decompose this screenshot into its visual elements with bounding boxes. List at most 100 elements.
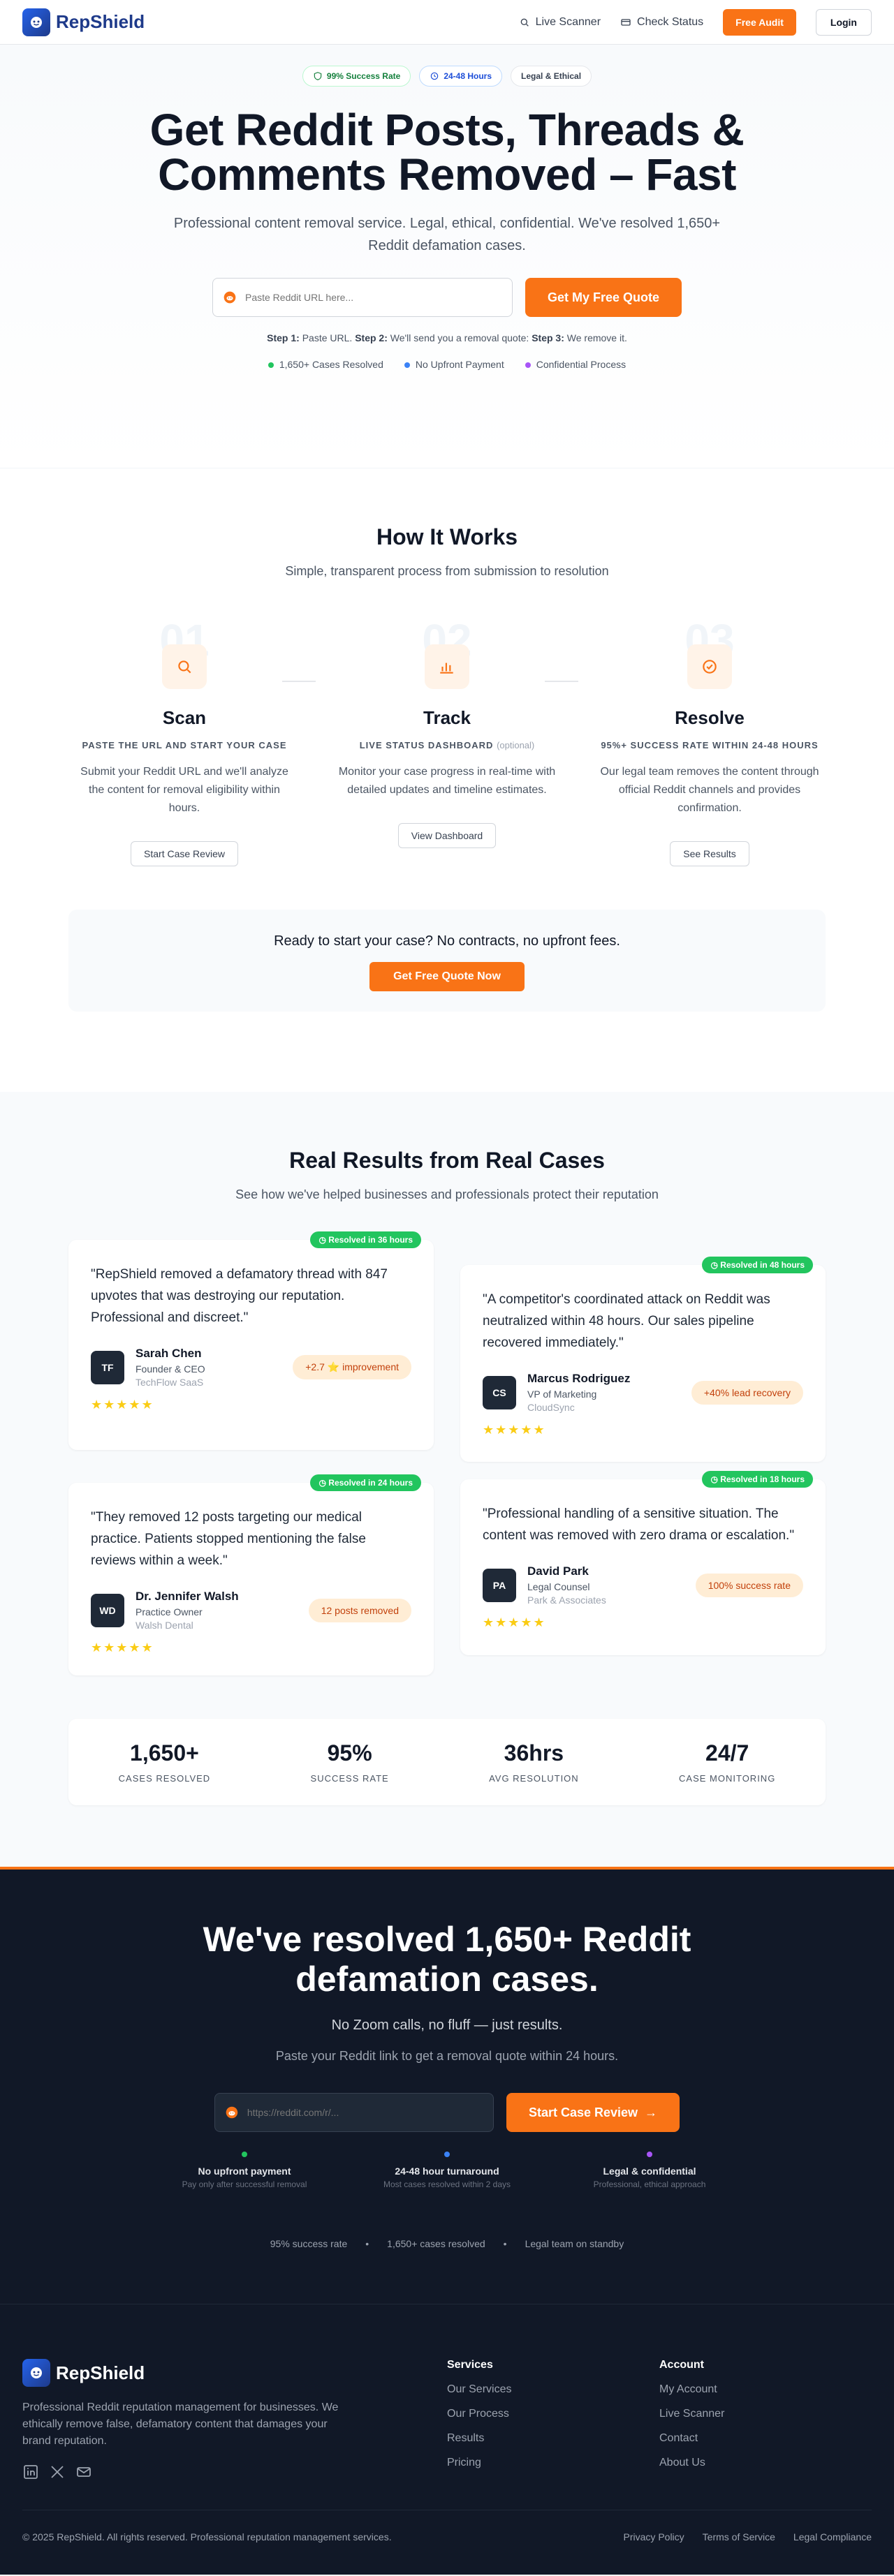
step-kicker: LIVE STATUS DASHBOARD (optional) [316,740,578,750]
shield-logo-icon [22,8,50,36]
testimonial-quote: "RepShield removed a defamatory thread w… [91,1267,388,1325]
stat-case-monitoring: 24/7 CASE MONITORING [679,1740,775,1784]
footer-brand[interactable]: RepShield [22,2359,447,2387]
person-company: CloudSync [527,1402,575,1413]
footer-link-our-process[interactable]: Our Process [447,2408,659,2420]
hero-section: 99% Success Rate 24-48 Hours Legal & Eth… [0,45,894,468]
purple-dot-icon [525,362,531,369]
footer-services-column: Services Our Services Our Process Result… [447,2359,659,2480]
stat-success-rate: 95% SUCCESS RATE [311,1740,389,1784]
shield-icon [314,72,322,80]
person-name: David Park [527,1564,589,1578]
login-button[interactable]: Login [815,8,872,36]
check-circle-icon [687,644,732,689]
get-free-quote-button[interactable]: Get My Free Quote [525,278,682,317]
dark-feature-title: 24-48 hour turnaround [395,2166,499,2177]
dark-feature-item: 24-48 hour turnaround Most cases resolved… [346,2152,548,2189]
how-steps: 01 Scan PASTE THE URL AND START YOUR CAS… [0,618,894,866]
linkedin-icon[interactable] [22,2464,39,2480]
footer-link-about-us[interactable]: About Us [659,2457,872,2469]
nav-check-status-link[interactable]: Check Status [620,16,703,29]
testimonial-card: ◷ Resolved in 48 hours "A competitor's c… [460,1257,826,1462]
dark-cta-section: We've resolved 1,650+ Reddit defamation … [0,1867,894,2304]
resolved-badge-label: Resolved in 48 hours [720,1260,805,1270]
resolved-badge: ◷ Resolved in 48 hours [702,1257,813,1273]
step-track: 02 Track LIVE STATUS DASHBOARD (optional… [316,618,578,866]
footer-link-contact[interactable]: Contact [659,2432,872,2445]
person-name: Marcus Rodriguez [527,1372,631,1385]
top-nav: RepShield Live Scanner Check Status Free… [0,0,894,45]
footer-link-live-scanner[interactable]: Live Scanner [659,2408,872,2420]
footer-link-pricing[interactable]: Pricing [447,2457,659,2469]
hero-feature-label: Confidential Process [536,359,626,370]
resolved-badge: ◷ Resolved in 36 hours [310,1231,421,1248]
footer: RepShield Professional Reddit reputation… [0,2304,894,2575]
view-dashboard-button[interactable]: View Dashboard [397,823,497,848]
hero-badges: 99% Success Rate 24-48 Hours Legal & Eth… [0,66,894,87]
arrow-right-icon: → [645,2105,658,2119]
start-case-review-cta-button[interactable]: Start Case Review → [506,2093,680,2132]
star-rating-icon: ★★★★★ [483,1615,546,1629]
blue-dot-icon [404,362,410,369]
stat-value: 24/7 [705,1740,749,1766]
dark-url-field[interactable] [214,2093,494,2132]
person-name: Dr. Jennifer Walsh [135,1590,239,1603]
legal-compliance-link[interactable]: Legal Compliance [793,2531,872,2542]
star-rating-icon: ★★★★★ [91,1398,154,1412]
star-rating-icon: ★★★★★ [91,1641,154,1655]
footer-link-results[interactable]: Results [447,2432,659,2445]
result-metric-badge: 100% success rate [695,1573,803,1597]
step3-text: We remove it. [566,332,627,343]
step-title: Scan [162,707,207,728]
see-results-button[interactable]: See Results [670,841,749,866]
step-kicker-optional: (optional) [497,740,535,750]
footer-description: Professional Reddit reputation managemen… [22,2401,339,2447]
legal-badge: Legal & Ethical [511,66,592,87]
dark-cta-sub1: No Zoom calls, no fluff — just results. [331,2018,563,2033]
testimonial-card: ◷ Resolved in 18 hours "Professional han… [460,1471,826,1655]
hero-title: Get Reddit Posts, Threads & Comments Rem… [0,108,894,197]
hero-title-line1: Get Reddit Posts, Threads & [149,105,745,155]
footer-link-our-services[interactable]: Our Services [447,2383,659,2396]
x-twitter-icon[interactable] [49,2464,66,2480]
search-icon [162,644,207,689]
avatar: WD [91,1593,124,1627]
step-desc: Our legal team removes the content throu… [600,766,819,814]
footer-services-title: Services [447,2359,493,2371]
purple-dot-icon [647,2152,652,2157]
trust-separator: • [365,2238,369,2249]
footer-account-title: Account [659,2359,704,2371]
footer-brand-block: RepShield Professional Reddit reputation… [22,2359,447,2480]
trust-line: 95% success rate • 1,650+ cases resolved… [0,2238,894,2249]
clock-icon [431,72,439,80]
step-scan: 01 Scan PASTE THE URL AND START YOUR CAS… [53,618,316,866]
person-name: Sarah Chen [135,1347,202,1360]
nav-live-scanner-link[interactable]: Live Scanner [519,16,601,29]
stat-cases-resolved: 1,650+ CASES RESOLVED [119,1740,211,1784]
testimonial-person: TF Sarah Chen Founder & CEO TechFlow Saa… [91,1347,411,1388]
get-free-quote-now-button[interactable]: Get Free Quote Now [369,962,525,991]
privacy-policy-link[interactable]: Privacy Policy [624,2531,684,2542]
free-audit-button[interactable]: Free Audit [723,8,796,36]
hero-url-field[interactable] [212,278,513,317]
trust-item: 95% success rate [270,2238,348,2249]
start-case-review-button[interactable]: Start Case Review [131,841,238,866]
dark-feature-desc: Most cases resolved within 2 days [383,2179,511,2189]
dark-url-input[interactable] [247,2107,483,2118]
dark-feature-desc: Professional, ethical approach [593,2179,706,2189]
success-rate-badge: 99% Success Rate [302,66,411,87]
footer-link-my-account[interactable]: My Account [659,2383,872,2396]
testimonial-person: PA David Park Legal Counsel Park & Assoc… [483,1564,803,1606]
resolved-badge-label: Resolved in 24 hours [328,1478,413,1488]
brand[interactable]: RepShield [22,8,145,36]
testimonial-quote: "Professional handling of a sensitive si… [483,1507,795,1543]
testimonial-quote: "A competitor's coordinated attack on Re… [483,1292,770,1350]
terms-of-service-link[interactable]: Terms of Service [703,2531,775,2542]
step3-label: Step 3: [532,332,564,343]
person-company: Walsh Dental [135,1620,193,1631]
copyright: © 2025 RepShield. All rights reserved. P… [22,2531,392,2542]
person-role: Practice Owner [135,1606,203,1618]
hero-url-input[interactable] [244,292,497,303]
mail-icon[interactable] [75,2464,92,2480]
dark-feature-title: Legal & confidential [603,2166,696,2177]
